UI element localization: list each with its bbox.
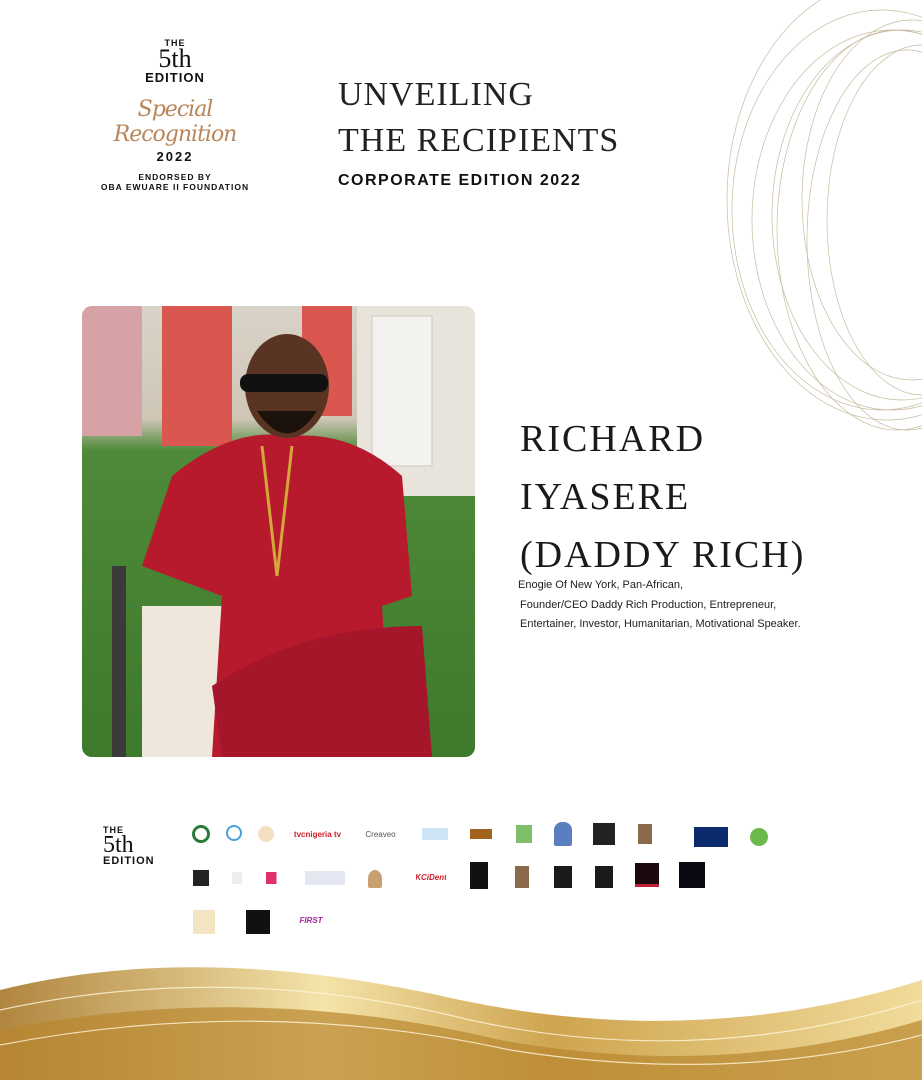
sponsor-logo: FIRST xyxy=(293,914,329,926)
fifth-edition-logo: THE 5th EDITION Special Recognition 2022… xyxy=(80,38,270,192)
endorsement: ENDORSED BY OBA EWUARE II FOUNDATION xyxy=(80,172,270,192)
sponsor-logo xyxy=(368,870,382,888)
sponsor-logo xyxy=(193,910,215,934)
sponsor-logo xyxy=(516,825,532,843)
endorsed-line2: OBA EWUARE II FOUNDATION xyxy=(100,182,250,192)
sponsor-logo xyxy=(192,825,210,843)
sponsor-logo xyxy=(266,872,292,884)
recipient-name: RICHARD IYASERE (DADDY RICH) xyxy=(520,410,805,584)
headline-subtitle: CORPORATE EDITION 2022 xyxy=(338,172,582,189)
logo-edition: EDITION xyxy=(145,70,205,85)
sponsor-logo xyxy=(232,872,242,884)
footer-logo-edition: EDITION xyxy=(103,855,155,867)
decorative-gold-waves xyxy=(0,967,922,1080)
sponsor-logo xyxy=(593,823,615,845)
logo-number: 5th xyxy=(158,44,192,73)
headline-line2: THE RECIPIENTS xyxy=(338,122,620,159)
sponsor-text: Creaveo xyxy=(365,829,396,839)
sponsor-logo xyxy=(470,829,492,839)
sponsor-logo xyxy=(246,910,270,934)
headline: UNVEILING THE RECIPIENTS CORPORATE EDITI… xyxy=(338,72,619,190)
sponsor-logo: KCiDent xyxy=(416,870,446,884)
sponsor-logo xyxy=(422,828,448,840)
sponsor-logo xyxy=(258,826,274,842)
endorsed-line1: ENDORSED BY xyxy=(138,172,212,182)
logo-year: 2022 xyxy=(156,149,194,164)
sponsor-logo xyxy=(595,866,613,888)
footer-edition-logo: THE 5th EDITION xyxy=(103,825,155,867)
description-line: Entertainer, Investor, Humanitarian, Mot… xyxy=(520,618,801,630)
recipient-photo xyxy=(82,306,475,757)
sponsor-logo xyxy=(750,828,768,846)
sponsor-logo xyxy=(679,862,705,888)
sponsor-logo xyxy=(694,827,728,847)
sponsor-logo xyxy=(226,825,242,841)
sponsor-logo xyxy=(554,822,572,846)
description-line: Enogie Of New York, Pan-African, xyxy=(518,579,684,591)
sponsor-logo xyxy=(635,863,659,887)
headline-line1: UNVEILING xyxy=(338,76,534,113)
decorative-gold-swirl xyxy=(726,0,922,431)
sponsor-text: FIRST xyxy=(299,915,323,925)
name-line1: RICHARD xyxy=(520,418,706,460)
name-line2: IYASERE xyxy=(520,476,691,518)
sponsor-logo xyxy=(470,862,488,889)
sponsor-logo: Creaveo xyxy=(358,826,403,842)
sponsor-logo xyxy=(305,871,345,885)
sponsor-logo xyxy=(515,866,529,888)
sponsor-logo xyxy=(554,866,572,888)
recipient-description: Enogie Of New York, Pan-African, Founder… xyxy=(518,576,801,635)
sponsor-logo xyxy=(193,870,209,886)
sponsor-logo xyxy=(638,824,652,844)
logo-script: Special Recognition xyxy=(113,97,238,147)
sponsor-text: KCiDent xyxy=(416,872,446,882)
sponsor-logo: tvcnigeria tv xyxy=(290,826,345,842)
description-line: Founder/CEO Daddy Rich Production, Entre… xyxy=(520,598,777,611)
sponsor-text: tvcnigeria tv xyxy=(293,829,342,839)
footer-logo-number: 5th xyxy=(103,832,134,858)
